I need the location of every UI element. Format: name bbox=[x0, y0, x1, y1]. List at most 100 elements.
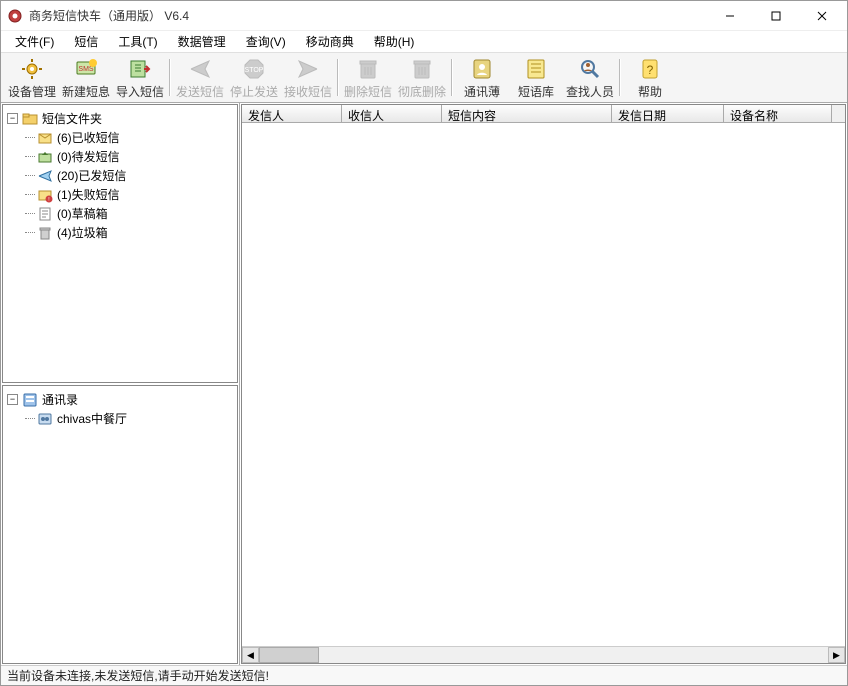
minus-icon[interactable]: − bbox=[7, 113, 18, 124]
gear-icon bbox=[18, 56, 46, 82]
tree-item-label: (1)失败短信 bbox=[57, 186, 120, 203]
tool-label: 帮助 bbox=[638, 83, 662, 100]
menu-tools[interactable]: 工具(T) bbox=[108, 31, 167, 52]
tree-item-trash[interactable]: (4)垃圾箱 bbox=[7, 223, 233, 242]
tree-line bbox=[25, 418, 35, 419]
toolbar-separator bbox=[169, 59, 171, 96]
contacts-tree[interactable]: − 通讯录 chivas中餐厅 bbox=[2, 385, 238, 664]
column-label: 短信内容 bbox=[448, 109, 496, 123]
import-icon bbox=[126, 56, 154, 82]
tree-root-label: 短信文件夹 bbox=[42, 110, 102, 127]
tool-label: 接收短信 bbox=[284, 83, 332, 100]
tree-item-label: (20)已发短信 bbox=[57, 167, 126, 184]
tree-item-outbox[interactable]: (0)待发短信 bbox=[7, 147, 233, 166]
trash-icon bbox=[37, 225, 53, 241]
tree-item-draft[interactable]: (0)草稿箱 bbox=[7, 204, 233, 223]
menu-help[interactable]: 帮助(H) bbox=[364, 31, 425, 52]
tool-find-person[interactable]: 查找人员 bbox=[563, 55, 617, 100]
outbox-icon bbox=[37, 149, 53, 165]
tool-label: 通讯薄 bbox=[464, 83, 500, 100]
sent-icon bbox=[37, 168, 53, 184]
draft-icon bbox=[37, 206, 53, 222]
scroll-thumb[interactable] bbox=[259, 647, 319, 663]
tree-line bbox=[25, 137, 35, 138]
status-bar: 当前设备未连接,未发送短信,请手动开始发送短信! bbox=[1, 665, 847, 685]
contacts-icon bbox=[22, 392, 38, 408]
tool-send: 发送短信 bbox=[173, 55, 227, 100]
menu-data[interactable]: 数据管理 bbox=[168, 31, 236, 52]
tree-item-contact[interactable]: chivas中餐厅 bbox=[7, 409, 233, 428]
contact-group-icon bbox=[37, 411, 53, 427]
tool-help[interactable]: ? 帮助 bbox=[623, 55, 677, 100]
tree-line bbox=[25, 156, 35, 157]
tool-label: 导入短信 bbox=[116, 83, 164, 100]
minimize-button[interactable] bbox=[707, 1, 753, 31]
column-label: 发信日期 bbox=[618, 109, 666, 123]
svg-text:STOP: STOP bbox=[245, 67, 264, 74]
tree-line bbox=[25, 213, 35, 214]
failed-icon: ! bbox=[37, 187, 53, 203]
tool-stop: STOP 停止发送 bbox=[227, 55, 281, 100]
tree-item-label: chivas中餐厅 bbox=[57, 410, 127, 427]
tool-label: 删除短信 bbox=[344, 83, 392, 100]
tree-root-contacts[interactable]: − 通讯录 bbox=[7, 390, 233, 409]
library-icon bbox=[522, 56, 550, 82]
main-area: − 短信文件夹 (6)已收短信(0)待发短信 (20)已发短信!(1)失败短信(0… bbox=[1, 103, 847, 665]
tree-item-sent[interactable]: (20)已发短信 bbox=[7, 166, 233, 185]
tool-delete: 删除短信 bbox=[341, 55, 395, 100]
maximize-button[interactable] bbox=[753, 1, 799, 31]
tool-library[interactable]: 短语库 bbox=[509, 55, 563, 100]
tool-label: 查找人员 bbox=[566, 83, 614, 100]
horizontal-scrollbar[interactable]: ◀ ▶ bbox=[242, 646, 845, 663]
tool-label: 短语库 bbox=[518, 83, 554, 100]
tool-contacts[interactable]: 通讯薄 bbox=[455, 55, 509, 100]
tree-line bbox=[25, 232, 35, 233]
tool-label: 设备管理 bbox=[8, 83, 56, 100]
scroll-track[interactable] bbox=[319, 647, 828, 663]
scroll-left-icon[interactable]: ◀ bbox=[242, 647, 259, 663]
column-header[interactable]: 发信人 bbox=[242, 105, 342, 122]
receive-icon bbox=[294, 56, 322, 82]
column-label: 收信人 bbox=[348, 109, 384, 123]
tree-root-folders[interactable]: − 短信文件夹 bbox=[7, 109, 233, 128]
stop-icon: STOP bbox=[240, 56, 268, 82]
column-header[interactable]: 设备名称 bbox=[724, 105, 832, 122]
tool-label: 新建短息 bbox=[62, 83, 110, 100]
tool-sms-new[interactable]: SMS 新建短息 bbox=[59, 55, 113, 100]
app-icon bbox=[7, 8, 23, 24]
menu-mobile[interactable]: 移动商典 bbox=[296, 31, 364, 52]
tree-item-label: (4)垃圾箱 bbox=[57, 224, 108, 241]
scroll-right-icon[interactable]: ▶ bbox=[828, 647, 845, 663]
title-bar: 商务短信快车（通用版） V6.4 bbox=[1, 1, 847, 31]
table-header: 发信人 收信人 短信内容 发信日期 设备名称 bbox=[242, 105, 845, 123]
toolbar-separator bbox=[451, 59, 453, 96]
svg-text:SMS: SMS bbox=[78, 66, 94, 73]
tool-delete-forever: 彻底删除 bbox=[395, 55, 449, 100]
column-label: 发信人 bbox=[248, 109, 284, 123]
tree-item-failed[interactable]: !(1)失败短信 bbox=[7, 185, 233, 204]
tool-import[interactable]: 导入短信 bbox=[113, 55, 167, 100]
left-panel: − 短信文件夹 (6)已收短信(0)待发短信 (20)已发短信!(1)失败短信(0… bbox=[1, 103, 240, 665]
tool-label: 发送短信 bbox=[176, 83, 224, 100]
toolbar-separator bbox=[337, 59, 339, 96]
delete-forever-icon bbox=[408, 56, 436, 82]
tree-item-label: (0)待发短信 bbox=[57, 148, 120, 165]
tree-item-inbox[interactable]: (6)已收短信 bbox=[7, 128, 233, 147]
folder-tree[interactable]: − 短信文件夹 (6)已收短信(0)待发短信 (20)已发短信!(1)失败短信(0… bbox=[2, 104, 238, 383]
menu-query[interactable]: 查询(V) bbox=[236, 31, 296, 52]
tool-label: 停止发送 bbox=[230, 83, 278, 100]
menu-file[interactable]: 文件(F) bbox=[5, 31, 64, 52]
inbox-icon bbox=[37, 130, 53, 146]
column-header[interactable]: 短信内容 bbox=[442, 105, 612, 122]
table-body[interactable] bbox=[242, 123, 845, 646]
close-button[interactable] bbox=[799, 1, 845, 31]
toolbar: 设备管理 SMS 新建短息导入短信发送短信 STOP 停止发送接收短信删除短信彻底删除通… bbox=[1, 53, 847, 103]
folder-icon bbox=[22, 111, 38, 127]
menu-sms[interactable]: 短信 bbox=[64, 31, 108, 52]
minus-icon[interactable]: − bbox=[7, 394, 18, 405]
column-header[interactable]: 收信人 bbox=[342, 105, 442, 122]
tool-gear[interactable]: 设备管理 bbox=[5, 55, 59, 100]
svg-text:?: ? bbox=[647, 63, 654, 77]
menu-bar: 文件(F) 短信 工具(T) 数据管理 查询(V) 移动商典 帮助(H) bbox=[1, 31, 847, 53]
column-header[interactable]: 发信日期 bbox=[612, 105, 724, 122]
